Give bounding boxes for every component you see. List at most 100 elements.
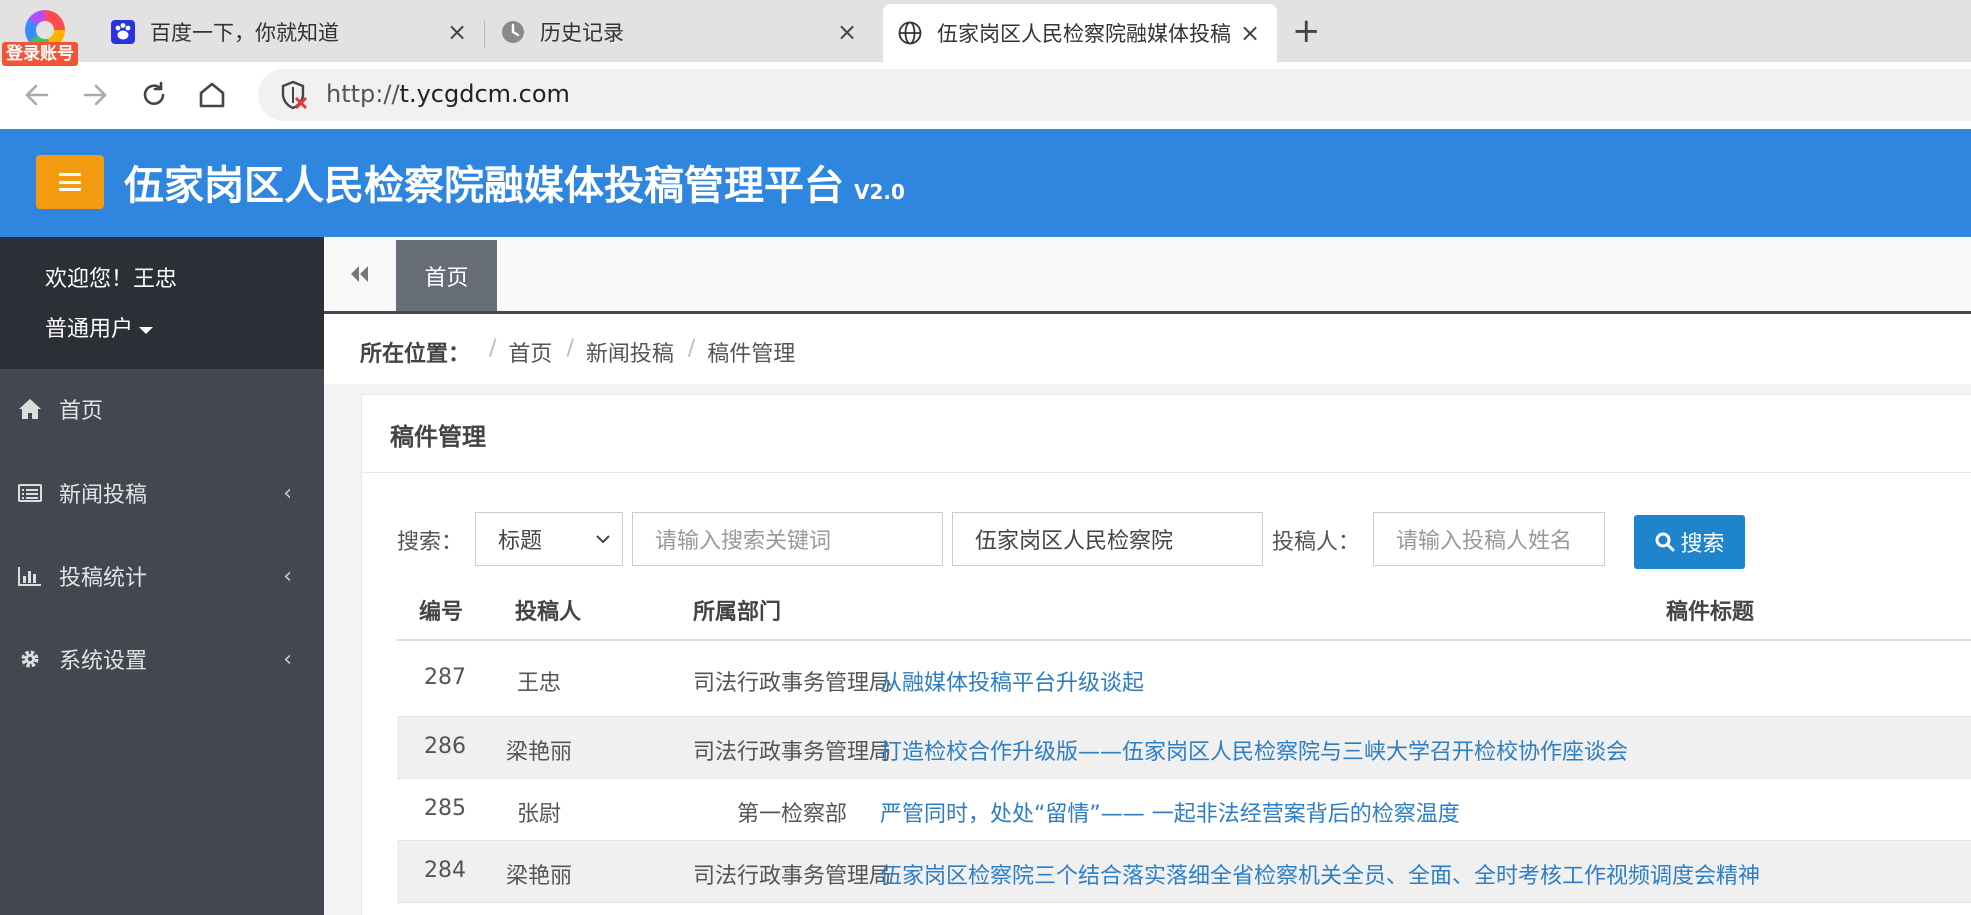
column-header-id: 编号 bbox=[419, 600, 464, 625]
breadcrumb-item-news[interactable]: 新闻投稿 bbox=[586, 336, 674, 368]
tab-home[interactable]: 首页 bbox=[396, 240, 497, 311]
new-tab-button[interactable]: + bbox=[1292, 12, 1321, 50]
home-outline-icon bbox=[199, 82, 225, 108]
globe-icon bbox=[897, 20, 923, 46]
browser-toolbar: http://t.ycgdcm.com bbox=[0, 62, 1971, 129]
close-tab-icon[interactable]: × bbox=[1235, 19, 1265, 47]
back-button[interactable] bbox=[18, 76, 56, 114]
url-text[interactable]: http://t.ycgdcm.com bbox=[326, 80, 570, 108]
browser-logo[interactable]: 登录账号 bbox=[2, 6, 84, 70]
breadcrumb-separator: / bbox=[489, 336, 497, 361]
sidebar-item-settings[interactable]: 系统设置 ‹ bbox=[0, 629, 324, 689]
cell-title-link[interactable]: 严管同时，处处“留情”—— 一起非法经营案背后的检察温度 bbox=[880, 796, 1460, 828]
cell-id: 285 bbox=[424, 796, 466, 821]
sidebar-item-label: 新闻投稿 bbox=[59, 483, 148, 508]
reload-button[interactable] bbox=[135, 76, 173, 114]
cell-author: 梁艳丽 bbox=[505, 740, 572, 765]
welcome-text: 欢迎您！王忠 bbox=[45, 267, 178, 292]
search-button-label: 搜索 bbox=[1680, 532, 1725, 557]
forward-button[interactable] bbox=[76, 76, 114, 114]
table-row: 284 梁艳丽 司法行政事务管理局 伍家岗区检察院三个结合落实落细全省检察机关全… bbox=[397, 841, 1971, 903]
user-role-dropdown[interactable]: 普通用户 bbox=[45, 311, 154, 343]
gear-icon bbox=[17, 648, 43, 670]
department-input-value: 伍家岗区人民检察院 bbox=[975, 529, 1174, 554]
search-button[interactable]: 搜索 bbox=[1634, 515, 1745, 569]
cell-author: 梁艳丽 bbox=[505, 864, 572, 889]
list-icon bbox=[17, 483, 43, 503]
cell-id: 287 bbox=[424, 665, 466, 690]
browser-tab-title: 百度一下，你就知道 bbox=[150, 21, 339, 45]
bar-chart-icon bbox=[17, 566, 43, 586]
cell-id: 286 bbox=[424, 734, 466, 759]
tab-scroll-left-button[interactable] bbox=[348, 263, 370, 289]
department-input[interactable]: 伍家岗区人民检察院 bbox=[952, 512, 1263, 566]
close-tab-icon[interactable]: × bbox=[442, 18, 472, 46]
hamburger-icon bbox=[59, 173, 81, 191]
breadcrumb-item-home[interactable]: 首页 bbox=[508, 336, 552, 368]
panel-divider bbox=[362, 472, 1971, 473]
home-icon bbox=[17, 397, 43, 421]
table-row: 287 王忠 司法行政事务管理局 从融媒体投稿平台升级谈起 bbox=[397, 641, 1971, 717]
reload-icon bbox=[143, 81, 165, 105]
chevron-left-icon: ‹ bbox=[283, 646, 292, 672]
breadcrumb: 所在位置： / 首页 / 新闻投稿 / 稿件管理 bbox=[324, 314, 1971, 384]
column-header-author: 投稿人 bbox=[515, 600, 582, 625]
sidebar: 欢迎您！王忠 普通用户 首页 新闻投稿 ‹ 投稿统计 ‹ 系统设置 ‹ bbox=[0, 237, 324, 915]
cell-title-link[interactable]: 伍家岗区检察院三个结合落实落细全省检察机关全员、全面、全时考核工作视频调度会精神 bbox=[880, 858, 1760, 890]
chevron-down-icon bbox=[596, 535, 610, 544]
panel-title: 稿件管理 bbox=[390, 423, 486, 451]
sidebar-item-stats[interactable]: 投稿统计 ‹ bbox=[0, 546, 324, 606]
cell-title-link[interactable]: 打造检校合作升级版——伍家岗区人民检察院与三峡大学召开检校协作座谈会 bbox=[880, 734, 1628, 766]
baidu-paw-icon bbox=[110, 19, 136, 45]
cell-author: 王忠 bbox=[516, 671, 561, 696]
menu-toggle-button[interactable] bbox=[36, 155, 104, 209]
content-tab-bar: 首页 bbox=[324, 237, 1971, 314]
breadcrumb-separator: / bbox=[687, 336, 696, 361]
browser-tab-history[interactable]: 历史记录 × bbox=[486, 6, 874, 58]
cell-title-link[interactable]: 从融媒体投稿平台升级谈起 bbox=[880, 665, 1144, 697]
sidebar-item-label: 首页 bbox=[59, 399, 104, 424]
insecure-shield-icon[interactable] bbox=[278, 80, 308, 110]
home-button[interactable] bbox=[193, 76, 231, 114]
user-role-label: 普通用户 bbox=[45, 317, 134, 342]
user-panel: 欢迎您！王忠 普通用户 bbox=[0, 237, 324, 369]
search-field-select[interactable]: 标题 bbox=[475, 512, 623, 566]
breadcrumb-items: / 首页 / 新闻投稿 / 稿件管理 bbox=[489, 336, 809, 368]
arrow-right-icon bbox=[83, 84, 107, 106]
double-chevron-left-icon bbox=[351, 266, 368, 282]
sidebar-item-home[interactable]: 首页 bbox=[0, 379, 324, 439]
address-bar[interactable]: http://t.ycgdcm.com bbox=[258, 69, 1971, 121]
tab-divider bbox=[484, 20, 485, 48]
search-icon bbox=[1655, 532, 1675, 552]
browser-tab-strip: 登录账号 百度一下，你就知道 × 历史记录 × 伍家岗区人民检察院融媒体投稿 ×… bbox=[0, 0, 1971, 66]
cell-id: 284 bbox=[424, 858, 466, 883]
login-badge[interactable]: 登录账号 bbox=[2, 42, 78, 66]
table-row: 286 梁艳丽 司法行政事务管理局 打造检校合作升级版——伍家岗区人民检察院与三… bbox=[397, 717, 1971, 779]
browser-tab-title: 伍家岗区人民检察院融媒体投稿 bbox=[937, 22, 1231, 46]
cell-author: 张尉 bbox=[516, 802, 561, 827]
close-tab-icon[interactable]: × bbox=[832, 18, 862, 46]
keyword-input-placeholder: 请输入搜索关键词 bbox=[655, 529, 832, 554]
app-title: 伍家岗区人民检察院融媒体投稿管理平台 V2.0 bbox=[124, 153, 905, 211]
sidebar-item-news[interactable]: 新闻投稿 ‹ bbox=[0, 463, 324, 523]
breadcrumb-label: 所在位置： bbox=[360, 342, 471, 367]
keyword-input[interactable]: 请输入搜索关键词 bbox=[632, 512, 943, 566]
breadcrumb-separator: / bbox=[566, 336, 574, 361]
url-host: t.ycgdcm.com bbox=[399, 80, 570, 108]
search-field-select-value: 标题 bbox=[498, 529, 543, 554]
caret-down-icon bbox=[139, 326, 154, 334]
submitter-input[interactable]: 请输入投稿人姓名 bbox=[1373, 512, 1605, 566]
browser-tab-active[interactable]: 伍家岗区人民检察院融媒体投稿 × bbox=[883, 4, 1277, 62]
submitter-label: 投稿人： bbox=[1272, 530, 1361, 555]
app-version: V2.0 bbox=[854, 180, 905, 204]
sidebar-item-label: 投稿统计 bbox=[59, 566, 148, 591]
app-header: 伍家岗区人民检察院融媒体投稿管理平台 V2.0 bbox=[0, 129, 1971, 237]
submitter-input-placeholder: 请输入投稿人姓名 bbox=[1396, 529, 1573, 554]
column-header-dept: 所属部门 bbox=[693, 600, 782, 625]
browser-tab-baidu[interactable]: 百度一下，你就知道 × bbox=[96, 6, 484, 58]
breadcrumb-item-manage: 稿件管理 bbox=[707, 342, 796, 367]
clock-icon bbox=[500, 19, 526, 45]
arrow-left-icon bbox=[25, 84, 49, 106]
url-scheme: http:// bbox=[326, 80, 400, 108]
sidebar-item-label: 系统设置 bbox=[59, 649, 148, 674]
